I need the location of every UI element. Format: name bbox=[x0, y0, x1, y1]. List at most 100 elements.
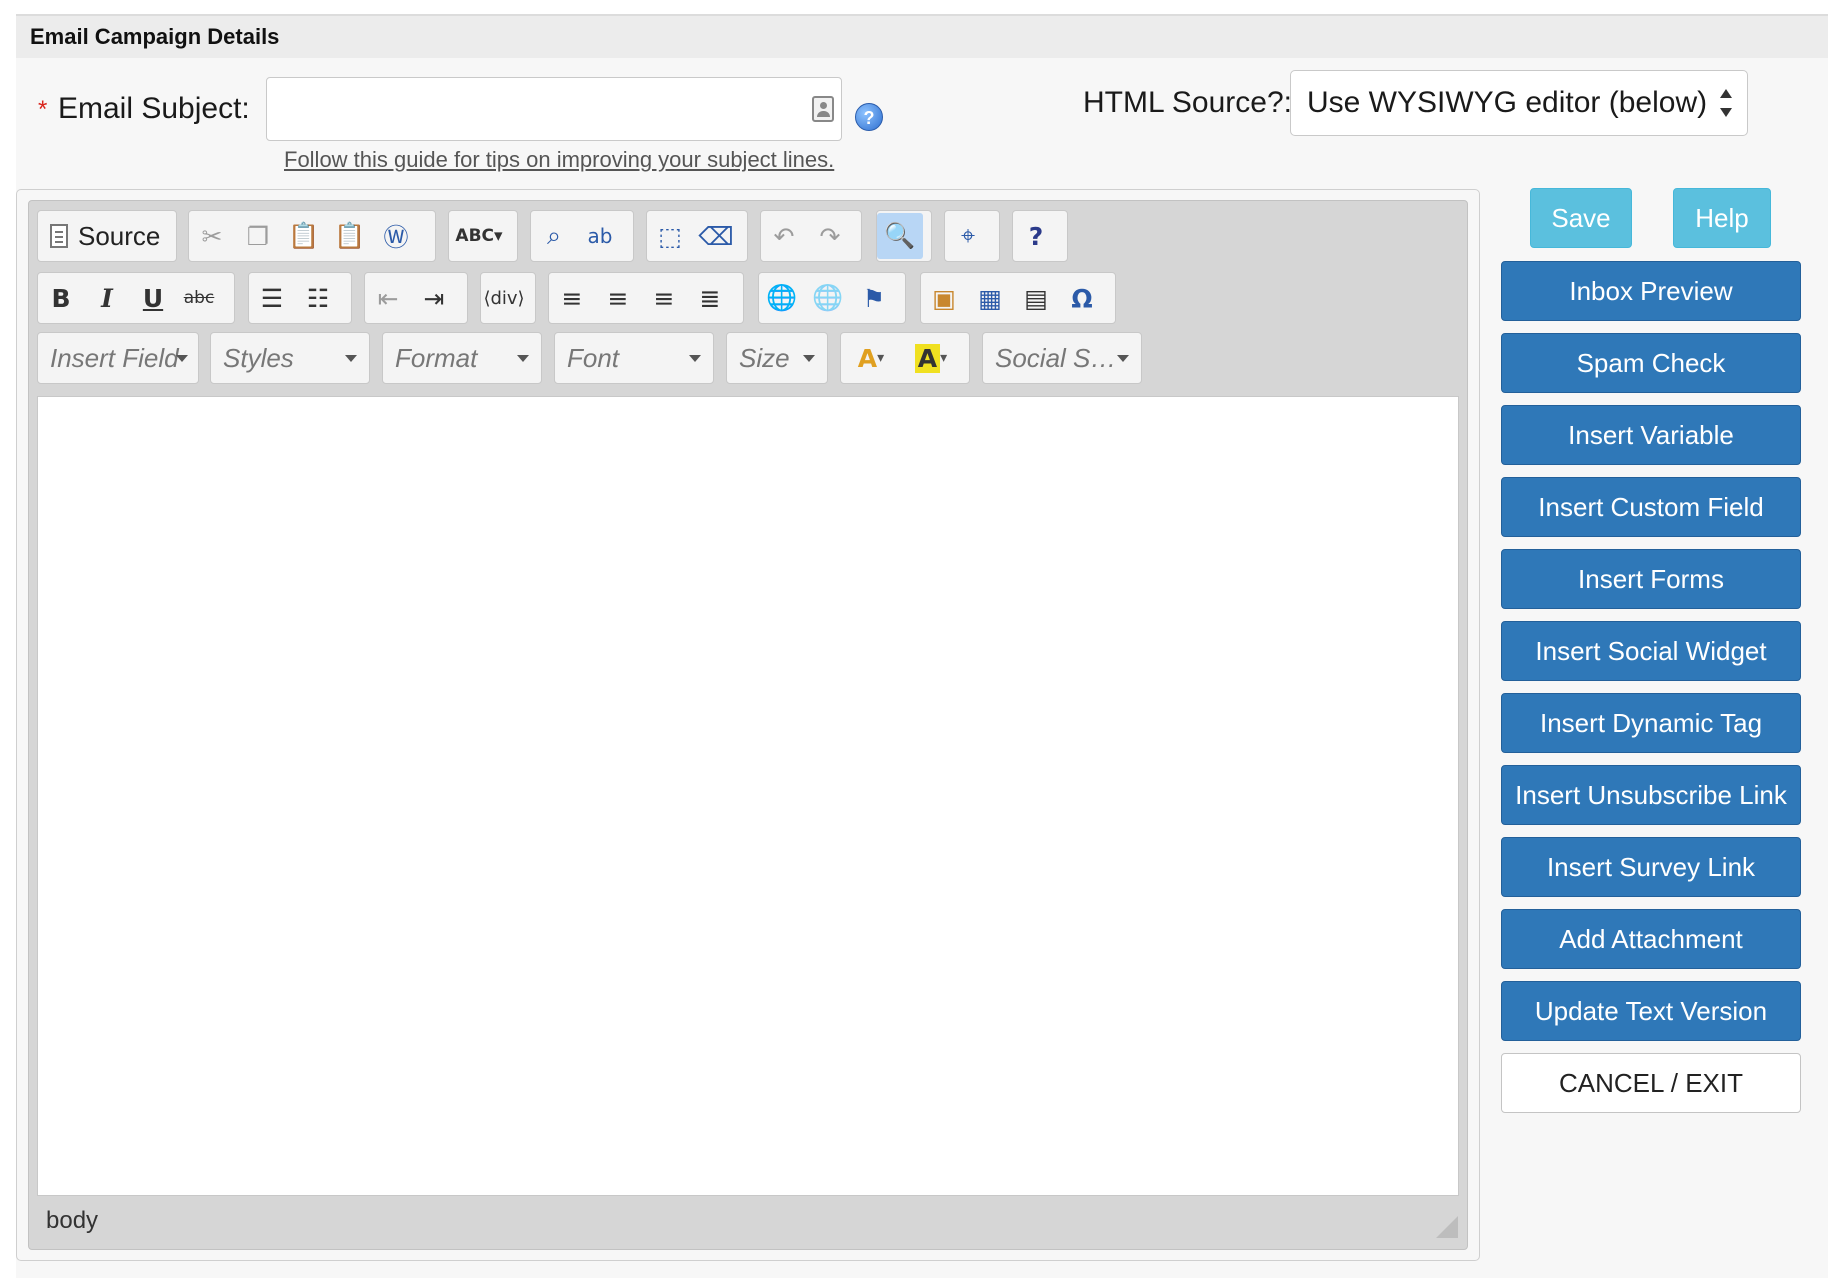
background-color-icon[interactable]: A ▾ bbox=[901, 335, 961, 381]
undo-icon[interactable]: ↶ bbox=[761, 213, 807, 259]
insert-variable-button[interactable]: Insert Variable bbox=[1501, 405, 1801, 465]
chevron-down-icon bbox=[345, 355, 357, 362]
chevron-down-icon bbox=[517, 355, 529, 362]
html-source-selected-value: Use WYSIWYG editor (below) bbox=[1307, 86, 1708, 119]
editor-content-area[interactable] bbox=[37, 396, 1459, 1196]
toolbar-group-links: 🌐 🌐 ⚑ bbox=[758, 272, 906, 324]
insert-forms-button[interactable]: Insert Forms bbox=[1501, 549, 1801, 609]
toolbar-group-preview: 🔍 bbox=[876, 210, 932, 262]
replace-icon[interactable]: ab bbox=[577, 213, 623, 259]
toolbar-group-div: ⟨div⟩ bbox=[480, 272, 536, 324]
underline-icon[interactable]: U bbox=[130, 275, 176, 321]
insert-dynamic-tag-button[interactable]: Insert Dynamic Tag bbox=[1501, 693, 1801, 753]
html-source-select[interactable]: Use WYSIWYG editor (below) bbox=[1290, 70, 1748, 136]
insert-social-widget-button[interactable]: Insert Social Widget bbox=[1501, 621, 1801, 681]
about-help-icon[interactable]: ? bbox=[1013, 213, 1059, 259]
cancel-exit-button[interactable]: CANCEL / EXIT bbox=[1501, 1053, 1801, 1113]
toolbar-group-insert: ▣ ▦ ▤ Ω bbox=[920, 272, 1116, 324]
strikethrough-icon[interactable]: abc bbox=[176, 275, 222, 321]
html-source-label: HTML Source?: bbox=[1083, 86, 1292, 119]
remove-format-eraser-icon[interactable]: ⌫ bbox=[693, 213, 739, 259]
chevron-down-icon bbox=[689, 355, 701, 362]
align-left-icon[interactable]: ≡ bbox=[549, 275, 595, 321]
align-right-icon[interactable]: ≡ bbox=[641, 275, 687, 321]
size-dropdown[interactable]: Size bbox=[726, 332, 828, 384]
table-icon[interactable]: ▦ bbox=[967, 275, 1013, 321]
insert-field-dropdown[interactable]: Insert Field bbox=[37, 332, 199, 384]
select-arrows-icon bbox=[1719, 89, 1733, 117]
horizontal-rule-icon[interactable]: ▤ bbox=[1013, 275, 1059, 321]
spellcheck-icon[interactable]: ABC ▾ bbox=[449, 213, 509, 259]
save-button[interactable]: Save bbox=[1530, 188, 1632, 248]
source-button[interactable]: Source bbox=[38, 221, 172, 252]
find-binoculars-icon[interactable]: ⌕ bbox=[531, 213, 577, 259]
subject-guide-link[interactable]: Follow this guide for tips on improving … bbox=[284, 147, 834, 173]
paste-text-icon[interactable]: 📋 bbox=[327, 213, 373, 259]
toolbar-group-about: ? bbox=[1012, 210, 1068, 262]
font-dropdown[interactable]: Font bbox=[554, 332, 714, 384]
social-sharing-dropdown[interactable]: Social S… bbox=[982, 332, 1142, 384]
preview-icon[interactable]: 🔍 bbox=[877, 213, 923, 259]
update-text-version-button[interactable]: Update Text Version bbox=[1501, 981, 1801, 1041]
toolbar-group-blocks: ⌖ bbox=[944, 210, 1000, 262]
spam-check-button[interactable]: Spam Check bbox=[1501, 333, 1801, 393]
toolbar-group-source: Source bbox=[37, 210, 177, 262]
contact-card-icon[interactable] bbox=[812, 96, 834, 122]
font-label: Font bbox=[567, 343, 620, 373]
outdent-icon[interactable]: ⇤ bbox=[365, 275, 411, 321]
section-title: Email Campaign Details bbox=[16, 16, 1828, 58]
resize-handle[interactable] bbox=[1436, 1216, 1458, 1238]
paste-icon[interactable]: 📋 bbox=[281, 213, 327, 259]
italic-icon[interactable]: I bbox=[84, 275, 130, 321]
indent-icon[interactable]: ⇥ bbox=[411, 275, 457, 321]
social-label: Social S… bbox=[995, 343, 1117, 373]
styles-dropdown[interactable]: Styles bbox=[210, 332, 370, 384]
toolbar-group-spellcheck: ABC ▾ bbox=[448, 210, 518, 262]
help-question-icon[interactable]: ? bbox=[855, 103, 883, 131]
bulleted-list-icon[interactable]: ☷ bbox=[295, 275, 341, 321]
size-label: Size bbox=[739, 343, 790, 373]
font-color-icon[interactable]: A ▾ bbox=[841, 335, 901, 381]
element-path-status[interactable]: body bbox=[46, 1207, 98, 1235]
styles-label: Styles bbox=[223, 343, 294, 373]
format-dropdown[interactable]: Format bbox=[382, 332, 542, 384]
select-all-icon[interactable]: ⬚ bbox=[647, 213, 693, 259]
insert-field-label: Insert Field bbox=[50, 343, 179, 373]
redo-icon[interactable]: ↷ bbox=[807, 213, 853, 259]
unlink-icon[interactable]: 🌐 bbox=[805, 275, 851, 321]
numbered-list-icon[interactable]: ☰ bbox=[249, 275, 295, 321]
insert-survey-link-button[interactable]: Insert Survey Link bbox=[1501, 837, 1801, 897]
inbox-preview-button[interactable]: Inbox Preview bbox=[1501, 261, 1801, 321]
copy-icon[interactable]: ❐ bbox=[235, 213, 281, 259]
document-icon bbox=[50, 224, 68, 248]
align-center-icon[interactable]: ≡ bbox=[595, 275, 641, 321]
paste-word-icon[interactable]: Ⓦ bbox=[373, 213, 419, 259]
email-subject-label: Email Subject: bbox=[58, 92, 250, 125]
required-marker: * bbox=[38, 96, 48, 123]
toolbar-group-indent: ⇤ ⇥ bbox=[364, 272, 468, 324]
insert-unsubscribe-link-button[interactable]: Insert Unsubscribe Link bbox=[1501, 765, 1801, 825]
chevron-down-icon bbox=[1117, 355, 1129, 362]
bold-icon[interactable]: B bbox=[38, 275, 84, 321]
image-icon[interactable]: ▣ bbox=[921, 275, 967, 321]
toolbar-group-colors: A ▾ A ▾ bbox=[840, 332, 970, 384]
justify-icon[interactable]: ≣ bbox=[687, 275, 733, 321]
toolbar-group-align: ≡ ≡ ≡ ≣ bbox=[548, 272, 744, 324]
insert-custom-field-button[interactable]: Insert Custom Field bbox=[1501, 477, 1801, 537]
link-icon[interactable]: 🌐 bbox=[759, 275, 805, 321]
toolbar-group-lists: ☰ ☷ bbox=[248, 272, 352, 324]
anchor-flag-icon[interactable]: ⚑ bbox=[851, 275, 897, 321]
source-button-label: Source bbox=[78, 220, 161, 251]
toolbar-group-select: ⬚ ⌫ bbox=[646, 210, 748, 262]
cut-icon[interactable]: ✂ bbox=[189, 213, 235, 259]
show-blocks-icon[interactable]: ⌖ bbox=[945, 213, 991, 259]
chevron-down-icon bbox=[176, 355, 188, 362]
special-char-omega-icon[interactable]: Ω bbox=[1059, 275, 1105, 321]
toolbar-group-clipboard: ✂ ❐ 📋 📋 Ⓦ bbox=[188, 210, 436, 262]
toolbar-group-find: ⌕ ab bbox=[530, 210, 634, 262]
format-label: Format bbox=[395, 343, 478, 373]
help-button[interactable]: Help bbox=[1673, 188, 1771, 248]
email-subject-input[interactable] bbox=[266, 77, 842, 141]
add-attachment-button[interactable]: Add Attachment bbox=[1501, 909, 1801, 969]
create-div-icon[interactable]: ⟨div⟩ bbox=[481, 275, 527, 321]
